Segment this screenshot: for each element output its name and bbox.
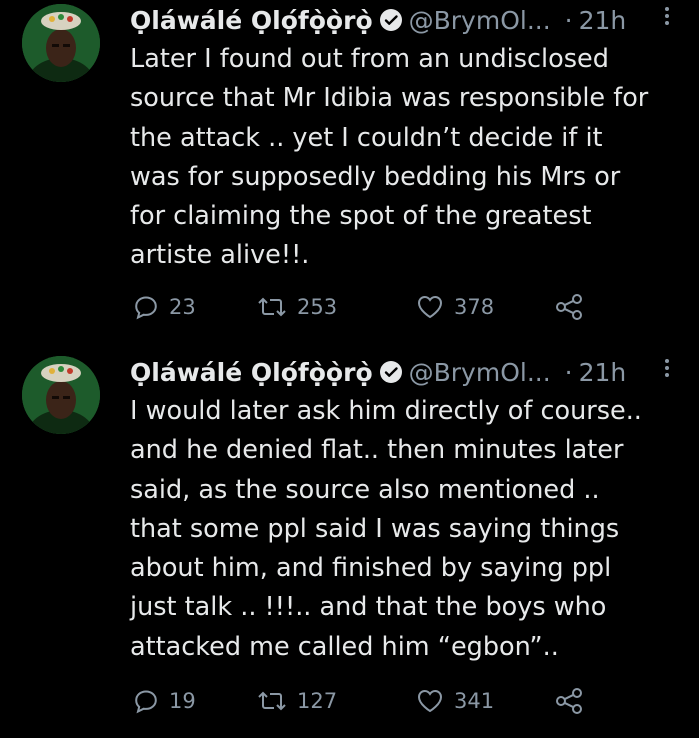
like-button[interactable]: 378 [416, 290, 494, 324]
avatar[interactable] [22, 356, 100, 434]
verified-badge-icon [379, 360, 403, 384]
author-handle[interactable]: @BrymOl... [409, 358, 551, 387]
like-count: 378 [454, 295, 495, 319]
retweet-icon [258, 691, 286, 711]
reply-icon [135, 296, 157, 320]
tweet[interactable]: Ọláwálé Ọlọ́fọ̀ọ̀rọ̀ @BrymOl... · 21h I … [0, 352, 699, 738]
reply-button[interactable]: 19 [133, 684, 196, 718]
author-handle[interactable]: @BrymOl... [409, 6, 551, 35]
reply-count: 23 [169, 295, 196, 319]
tweet[interactable]: Ọláwálé Ọlọ́fọ̀ọ̀rọ̀ @BrymOl... · 21h La… [0, 0, 699, 352]
tweet-header: Ọláwálé Ọlọ́fọ̀ọ̀rọ̀ @BrymOl... · 21h [130, 2, 690, 38]
author-name[interactable]: Ọláwálé Ọlọ́fọ̀ọ̀rọ̀ [130, 6, 373, 35]
share-icon [556, 688, 582, 714]
share-icon [556, 294, 582, 320]
tweet-header: Ọláwálé Ọlọ́fọ̀ọ̀rọ̀ @BrymOl... · 21h [130, 354, 690, 390]
tweet-actions: 19 127 341 [130, 684, 650, 718]
like-count: 341 [454, 689, 495, 713]
tweet-text: I would later ask him directly of course… [130, 396, 642, 662]
retweet-button[interactable]: 253 [257, 290, 337, 324]
reply-icon [135, 690, 157, 714]
share-button[interactable] [554, 684, 584, 718]
avatar[interactable] [22, 4, 100, 82]
retweet-count: 253 [297, 295, 338, 319]
retweet-button[interactable]: 127 [257, 684, 337, 718]
reply-count: 19 [169, 689, 196, 713]
tweet-text: Later I found out from an undisclosed so… [130, 44, 649, 271]
verified-badge-icon [379, 8, 403, 32]
heart-icon [417, 689, 443, 713]
timestamp[interactable]: 21h [579, 358, 627, 387]
more-options-icon[interactable] [665, 4, 669, 28]
retweet-icon [258, 297, 286, 317]
author-name[interactable]: Ọláwálé Ọlọ́fọ̀ọ̀rọ̀ [130, 358, 373, 387]
like-button[interactable]: 341 [416, 684, 494, 718]
timestamp[interactable]: 21h [579, 6, 627, 35]
retweet-count: 127 [297, 689, 338, 713]
more-options-icon[interactable] [665, 356, 669, 380]
share-button[interactable] [554, 290, 584, 324]
time-separator: · [564, 357, 573, 387]
tweet-actions: 23 253 378 [130, 290, 650, 324]
reply-button[interactable]: 23 [133, 290, 196, 324]
heart-icon [417, 295, 443, 319]
time-separator: · [564, 5, 573, 35]
